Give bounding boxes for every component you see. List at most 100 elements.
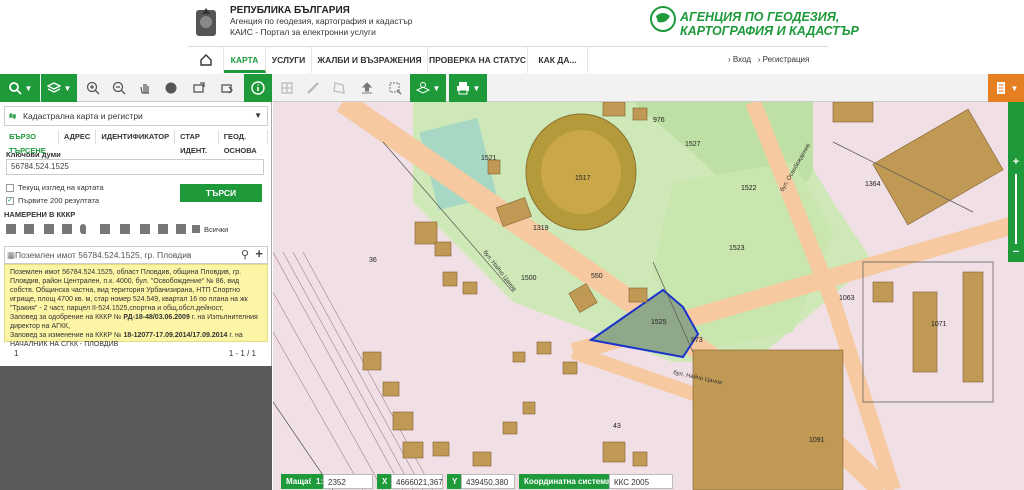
full-extent-button[interactable] (158, 74, 184, 102)
nav-tab-how-to[interactable]: КАК ДА... (528, 47, 588, 73)
upload-button[interactable] (354, 74, 380, 102)
cadastral-map[interactable]: 1521 1517 1527 976 1319 1500 550 1525 15… (273, 102, 1024, 490)
filter-points-icon[interactable] (100, 224, 110, 234)
home-button[interactable] (188, 47, 224, 73)
agency-name: АГЕНЦИЯ ПО ГЕОДЕЗИЯ, КАРТОГРАФИЯ И КАДАС… (680, 10, 859, 38)
parcel-label: 1500 (521, 275, 537, 282)
result-title: Поземлен имот 56784.524.1525, гр. Пловди… (15, 250, 192, 260)
add-result-icon[interactable]: + (255, 246, 263, 262)
info-tool-button[interactable] (244, 74, 272, 102)
info-icon (251, 81, 265, 95)
filter-boundaries-icon[interactable] (140, 224, 150, 234)
previous-view-icon (193, 82, 205, 93)
filter-parcels-icon[interactable] (6, 224, 16, 234)
nav-tab-complaints[interactable]: ЖАЛБИ И ВЪЗРАЖЕНИЯ (312, 47, 428, 73)
home-icon (199, 54, 212, 66)
chevron-down-icon: ▼ (63, 83, 72, 93)
zoom-box-icon (389, 82, 402, 95)
zoom-in-map-button[interactable]: + (1008, 156, 1024, 170)
ruler-icon (307, 82, 319, 94)
map-zoom-controls: + − (1008, 102, 1024, 262)
search-sidebar: ⇆ Кадастрална карта и регистри ▼ БЪРЗО Т… (0, 102, 272, 490)
tab-old-identifier[interactable]: СТАР ИДЕНТ. (175, 130, 219, 155)
layer-select-value: Кадастрална карта и регистри (23, 111, 143, 121)
filter-address-icon[interactable] (80, 224, 86, 234)
search-button[interactable]: ТЪРСИ (180, 184, 262, 202)
stadium-field (541, 130, 621, 214)
register-link[interactable]: Регистрация (763, 55, 810, 64)
filter-objects-icon[interactable] (62, 224, 72, 234)
coat-of-arms-icon (196, 8, 216, 36)
chevron-down-icon: ▼ (254, 111, 262, 120)
measure-area-button[interactable] (326, 74, 352, 102)
zoom-in-button[interactable] (80, 74, 106, 102)
current-view-checkbox[interactable]: Текущ изглед на картата (6, 183, 104, 193)
filter-geodetic-icon[interactable] (158, 224, 168, 234)
nav-tab-status-check[interactable]: ПРОВЕРКА НА СТАТУС (428, 47, 528, 73)
zoom-to-result-icon[interactable]: ⚲ (241, 247, 249, 263)
map-toolbar: ▼ ▼ ▼ ▼ ▼ (0, 74, 1024, 102)
tab-geodetic-base[interactable]: ГЕОД. ОСНОВА (219, 130, 268, 155)
info-layers-button[interactable]: ▼ (410, 74, 446, 102)
keywords-label: Ключови думи (6, 150, 61, 159)
nav-tab-map[interactable]: КАРТА (224, 47, 266, 73)
amendment-order-prefix: Заповед за изменение на КККР № (10, 332, 122, 339)
agency-name-line1: АГЕНЦИЯ ПО ГЕОДЕЗИЯ, (680, 10, 840, 24)
document-panel-button[interactable]: ▼ (988, 74, 1024, 102)
zoom-out-map-button[interactable]: − (1008, 246, 1024, 260)
tab-address[interactable]: АДРЕС (59, 130, 97, 144)
search-tabs: БЪРЗО ТЪРСЕНЕ АДРЕС ИДЕНТИФИКАТОР СТАР И… (4, 130, 268, 155)
chevron-down-icon: ▼ (432, 83, 441, 93)
filter-layers-icon[interactable] (120, 224, 130, 234)
parcel-label: 1523 (729, 245, 745, 252)
keywords-input[interactable]: 56784.524.1525 (6, 159, 264, 175)
filter-buildings-icon[interactable] (24, 224, 34, 234)
polygon-icon (333, 82, 345, 94)
approval-order-prefix: Заповед за одобрение на КККР № (10, 314, 122, 321)
next-extent-button[interactable] (214, 74, 240, 102)
tab-identifier[interactable]: ИДЕНТИФИКАТОР (96, 130, 176, 144)
print-button[interactable]: ▼ (449, 74, 487, 102)
parcel-label: 1525 (651, 319, 667, 326)
layer-source-icon: ⇆ (9, 111, 17, 121)
pan-button[interactable] (132, 74, 158, 102)
login-link[interactable]: Вход (733, 55, 751, 64)
parcel-label: 1091 (809, 437, 825, 444)
amendment-order-number[interactable]: 18-12077-17.09.2014/17.09.2014 (123, 332, 227, 339)
layers-tool-button[interactable]: ▼ (41, 74, 77, 102)
zoom-box-button[interactable] (382, 74, 408, 102)
scale-input[interactable]: 2352 (323, 474, 373, 489)
filter-units-icon[interactable] (44, 224, 54, 234)
map-canvas[interactable]: 1521 1517 1527 976 1319 1500 550 1525 15… (273, 102, 1024, 490)
tab-quick-search[interactable]: БЪРЗО ТЪРСЕНЕ (4, 130, 59, 155)
printer-icon (456, 82, 469, 95)
measure-distance-button[interactable] (300, 74, 326, 102)
found-in-cadastre-label: НАМЕРЕНИ В КККР (4, 210, 76, 219)
zoom-slider[interactable] (1015, 174, 1017, 244)
approval-order-number[interactable]: РД-18-48/03.06.2009 (123, 314, 189, 321)
agency-globe-icon (650, 6, 676, 32)
result-details: Поземлен имот 56784.524.1525, област Пло… (4, 264, 268, 348)
first-200-checkbox[interactable]: ✓ Първите 200 резултата (6, 196, 99, 206)
page-number[interactable]: 1 (14, 349, 18, 358)
chevron-down-icon: ▼ (472, 83, 481, 93)
zoom-out-button[interactable] (106, 74, 132, 102)
result-title-bar[interactable]: ▦ Поземлен имот 56784.524.1525, гр. Плов… (4, 246, 268, 264)
zoom-in-icon (86, 81, 100, 95)
filter-other-icon[interactable] (176, 224, 186, 234)
nav-tab-services[interactable]: УСЛУГИ (266, 47, 312, 73)
crs-select[interactable]: ККС 2005 (609, 474, 673, 489)
filter-all-checkbox[interactable] (192, 225, 200, 233)
previous-extent-button[interactable] (186, 74, 212, 102)
x-coordinate: 4666021,367 (391, 474, 443, 489)
select-tool-button[interactable] (274, 74, 300, 102)
info-layers-icon (415, 82, 430, 94)
layer-select[interactable]: ⇆ Кадастрална карта и регистри ▼ (4, 106, 268, 126)
brand-block: РЕПУБЛИКА БЪЛГАРИЯ Агенция по геодезия, … (230, 5, 413, 38)
search-icon (8, 82, 22, 95)
approval-order: Заповед за одобрение на КККР № РД-18-48/… (10, 313, 262, 331)
brand-subtitle: Агенция по геодезия, картография и кадас… (230, 16, 413, 26)
search-tool-button[interactable]: ▼ (0, 74, 40, 102)
next-view-icon (221, 84, 233, 94)
hand-icon (140, 84, 149, 94)
